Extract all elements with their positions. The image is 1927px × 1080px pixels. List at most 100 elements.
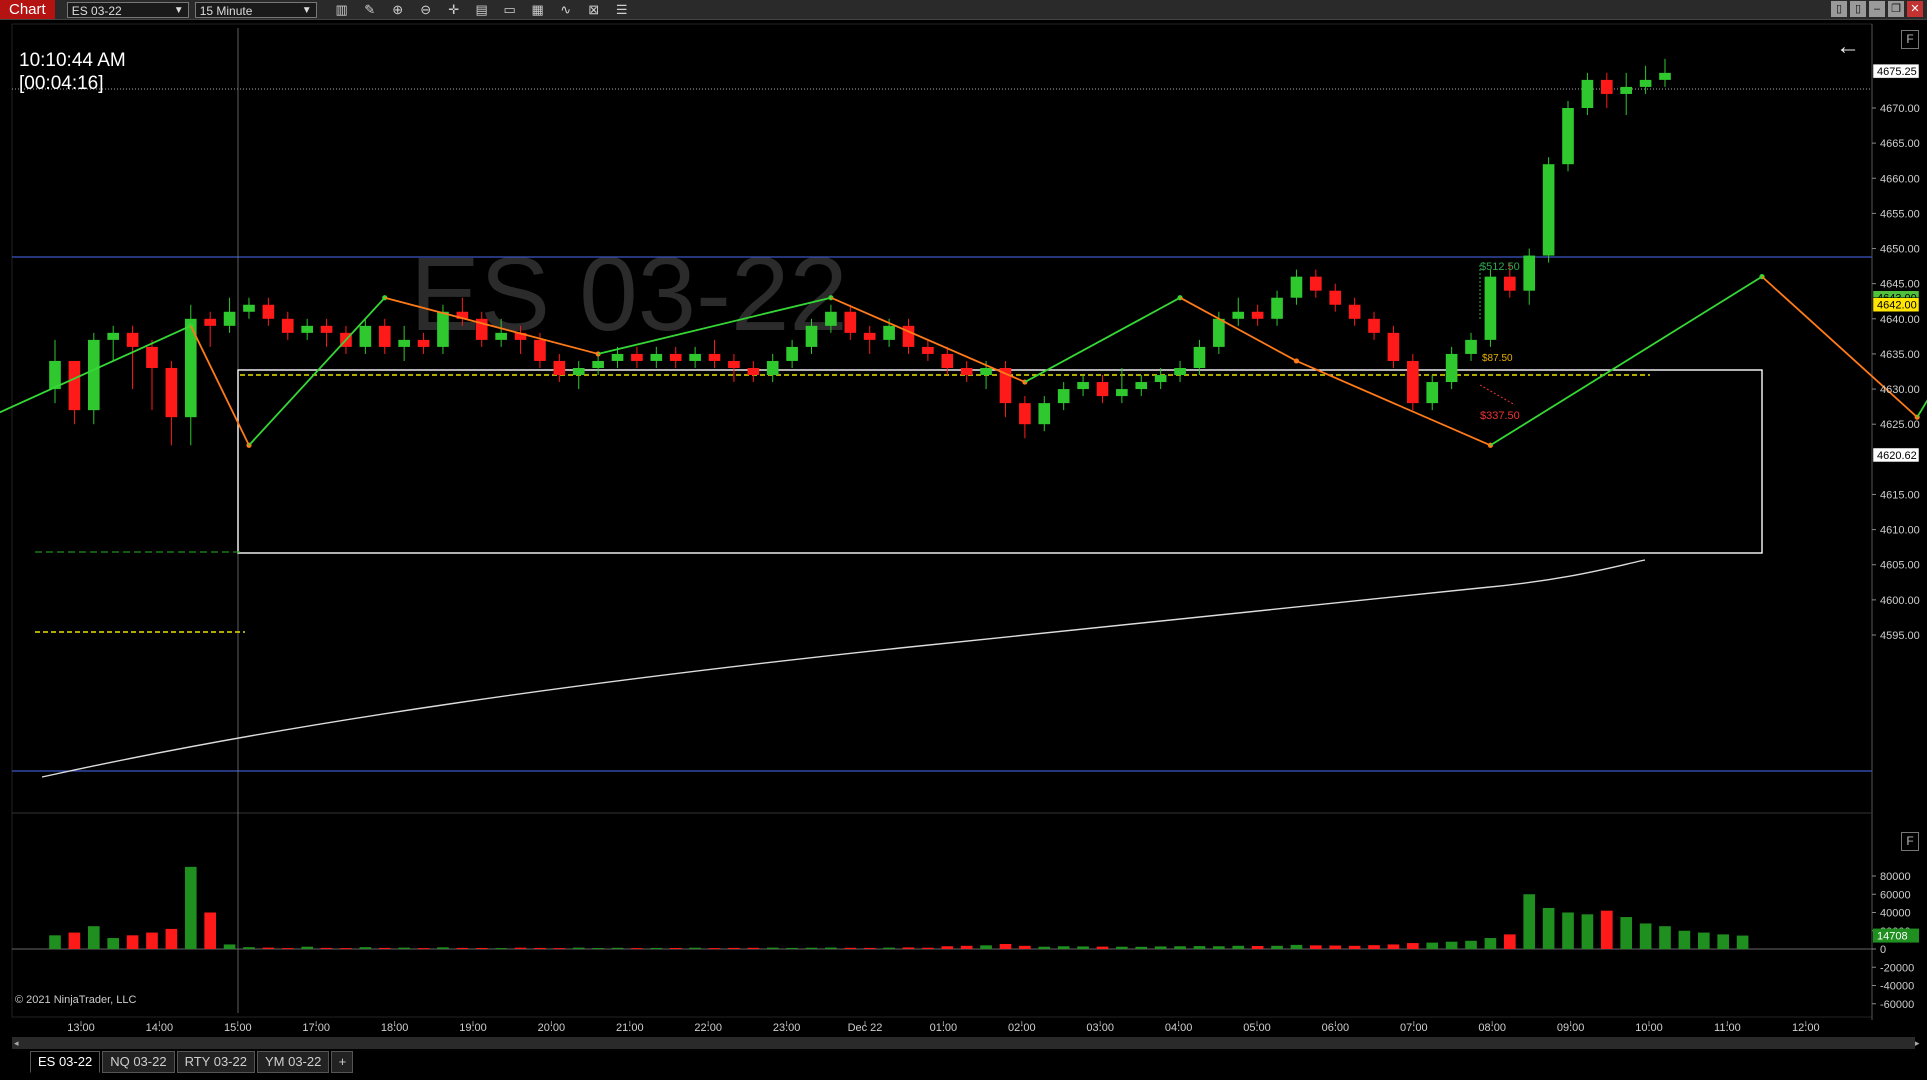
crosshair-icon[interactable]: ✛: [443, 2, 465, 18]
volume-bar: [1213, 946, 1225, 949]
volume-bar: [223, 944, 236, 949]
price-tick-label: 4635.00: [1880, 349, 1920, 361]
time-tick-label: 05:00: [1243, 1022, 1271, 1034]
candle: [107, 332, 120, 340]
scroll-right-icon[interactable]: ▸: [1915, 1037, 1920, 1049]
zoom-in-icon[interactable]: ⊕: [387, 2, 409, 18]
volume-bar: [456, 947, 469, 949]
candle: [631, 353, 643, 361]
volume-bar: [514, 947, 527, 949]
volume-panel-f-button[interactable]: F: [1901, 832, 1919, 851]
volume-bar: [747, 947, 760, 949]
volume-bar: [126, 935, 139, 949]
volume-bar: [689, 947, 701, 949]
tab-es[interactable]: ES 03-22: [30, 1051, 101, 1073]
chevron-down-icon: ▼: [173, 4, 184, 16]
volume-bar: [1057, 946, 1070, 949]
horizontal-scrollbar[interactable]: [12, 1037, 1915, 1049]
candle: [1329, 290, 1342, 305]
volume-bar: [107, 938, 120, 949]
volume-bar: [1407, 943, 1419, 949]
price-tick-label: 4605.00: [1880, 560, 1920, 572]
candle: [1562, 108, 1574, 165]
time-tick-label: 20:00: [538, 1022, 566, 1034]
indicators-icon[interactable]: ∿: [555, 2, 577, 18]
tab-nq[interactable]: NQ 03-22: [102, 1051, 175, 1073]
candle: [1038, 403, 1051, 425]
scroll-left-icon[interactable]: ◂: [14, 1037, 19, 1049]
candle: [941, 353, 954, 368]
period-selector[interactable]: 15 Minute ▼: [194, 1, 317, 18]
candle: [960, 367, 973, 376]
volume-bar: [1135, 946, 1148, 949]
candle: [398, 339, 410, 347]
volume-bar: [437, 947, 449, 949]
time-tick-label: 18:00: [381, 1022, 409, 1034]
chart-trader-icon[interactable]: ▦: [527, 2, 549, 18]
chart-tools: ▥ ✎ ⊕ ⊖ ✛ ▤ ▭ ▦ ∿ ⊠ ☰: [331, 2, 633, 18]
back-arrow-icon[interactable]: ←: [1836, 33, 1860, 61]
volume-bar: [1465, 940, 1477, 949]
volume-bar: [650, 947, 663, 949]
volume-bar: [1717, 934, 1730, 949]
candle: [1310, 276, 1322, 291]
candle: [650, 353, 663, 361]
candle: [883, 325, 895, 340]
current-time: 10:10:44 AM: [19, 50, 126, 71]
price-tick-label: 4625.00: [1880, 419, 1920, 431]
volume-bar: [262, 947, 275, 949]
candle: [669, 353, 682, 361]
volume-bar: [1581, 914, 1594, 949]
volume-bar: [1348, 945, 1361, 949]
price-chart[interactable]: ES 03-22 $512.50 $87.50 $337.50 4670.00 4665.…: [0, 20, 1927, 1035]
copyright-text: © 2021 NinjaTrader, LLC: [15, 994, 137, 1006]
candle: [262, 304, 275, 319]
candle: [378, 325, 391, 347]
minimize-icon[interactable]: –: [1869, 1, 1885, 17]
volume-bar: [204, 912, 216, 949]
tile-icon[interactable]: ▯: [1831, 1, 1847, 17]
data-box-icon[interactable]: ☰: [611, 2, 633, 18]
volume-bar: [708, 948, 721, 950]
price-tick-label: 4665.00: [1880, 138, 1920, 150]
volume-bar: [863, 947, 876, 949]
add-tab-button[interactable]: +: [331, 1051, 354, 1073]
window-controls: ▯ ▯ – ❐ ✕: [1831, 1, 1923, 17]
candle: [320, 325, 333, 333]
volume-bar: [1562, 912, 1574, 949]
volume-bar: [87, 926, 100, 949]
candle: [1271, 297, 1283, 319]
candle: [1484, 276, 1497, 340]
price-panel-f-button[interactable]: F: [1901, 30, 1919, 49]
candle: [1407, 360, 1419, 404]
volume-bar: [941, 946, 954, 949]
candle: [1174, 367, 1186, 376]
volume-bar: [1697, 932, 1710, 949]
volume-bar: [1445, 941, 1458, 949]
volume-bar: [1290, 944, 1303, 949]
strategies-icon[interactable]: ⊠: [583, 2, 605, 18]
restore-icon[interactable]: ❐: [1888, 1, 1904, 17]
bar-type-icon[interactable]: ▥: [331, 2, 353, 18]
zoom-out-icon[interactable]: ⊖: [415, 2, 437, 18]
volume-tick-label: -60000: [1880, 999, 1914, 1011]
volume-bar: [883, 947, 895, 949]
instrument-selector[interactable]: ES 03-22 ▼: [66, 1, 189, 18]
time-tick-label: 10:00: [1635, 1022, 1663, 1034]
candle: [1251, 311, 1264, 319]
tile-icon[interactable]: ▯: [1850, 1, 1866, 17]
volume-bar: [1639, 923, 1652, 949]
tab-rty[interactable]: RTY 03-22: [176, 1051, 255, 1073]
price-marker-label: 4675.25: [1877, 66, 1917, 78]
candle: [1620, 86, 1633, 94]
volume-bar: [165, 928, 178, 949]
tab-ym[interactable]: YM 03-22: [256, 1051, 330, 1073]
properties-icon[interactable]: ▤: [471, 2, 493, 18]
price-tick-label: 4650.00: [1880, 244, 1920, 256]
close-icon[interactable]: ✕: [1907, 1, 1923, 17]
volume-bar: [902, 947, 915, 949]
volume-bar: [786, 947, 798, 949]
templates-icon[interactable]: ▭: [499, 2, 521, 18]
draw-icon[interactable]: ✎: [359, 2, 381, 18]
volume-bar: [495, 948, 507, 950]
